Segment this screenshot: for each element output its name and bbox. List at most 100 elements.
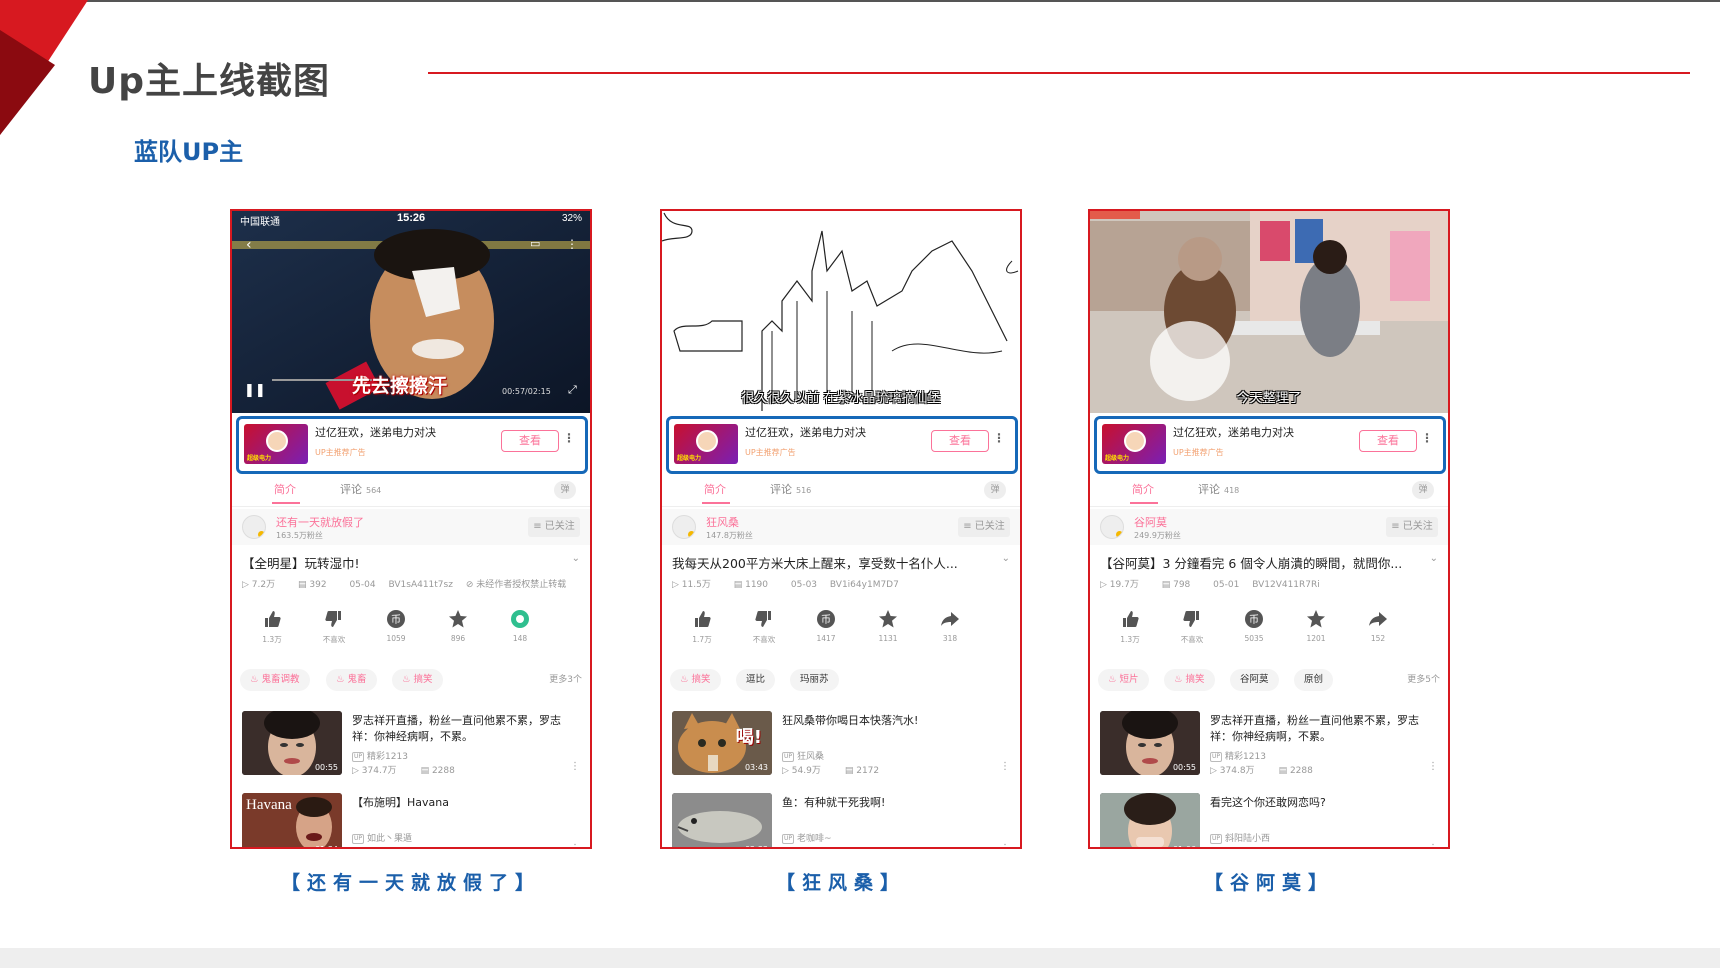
chevron-down-icon[interactable]: ⌄ xyxy=(1002,553,1010,564)
tab-intro[interactable]: 简介 xyxy=(704,481,726,497)
back-arrow-icon[interactable]: ‹ xyxy=(246,237,252,253)
action-share[interactable]: 152 xyxy=(1353,609,1403,643)
action-star[interactable]: 1201 xyxy=(1291,609,1341,643)
rec-more-icon[interactable]: ⋮ xyxy=(570,843,580,847)
uploader-name[interactable]: 还有一天就放假了 xyxy=(276,514,364,530)
rec-plays: ▷ 56.8万 xyxy=(352,848,403,849)
rec-more-icon[interactable]: ⋮ xyxy=(1428,761,1438,772)
action-star[interactable]: 1131 xyxy=(863,609,913,643)
title-rule xyxy=(428,72,1690,74)
video-frame xyxy=(1090,211,1448,413)
action-dislike[interactable]: 不喜欢 xyxy=(309,609,359,645)
tag-chip[interactable]: ♨ 短片 xyxy=(1098,669,1149,691)
action-like[interactable]: 1.3万 xyxy=(1105,609,1155,645)
uploader-name[interactable]: 谷阿莫 xyxy=(1134,514,1167,530)
phone-screenshot-2: 很久很久以前 在紫冰晶琉璃摘仙堡 超级电力 过亿狂欢，迷弟电力对决 UP主推荐广… xyxy=(660,209,1022,849)
like-icon xyxy=(692,609,712,629)
rec-more-icon[interactable]: ⋮ xyxy=(570,761,580,772)
ad-card[interactable]: 超级电力 过亿狂欢，迷弟电力对决 UP主推荐广告 查看 ⋮ xyxy=(1094,416,1446,474)
action-like[interactable]: 1.7万 xyxy=(677,609,727,645)
more-tags-link[interactable]: 更多5个 xyxy=(1407,672,1440,685)
slide-subtitle: 蓝队UP主 xyxy=(134,138,244,166)
followed-button[interactable]: ≡ 已关注 xyxy=(958,517,1010,537)
tv-cast-icon[interactable]: ▭ xyxy=(530,237,540,250)
rec-uploader-name: 精彩1213 xyxy=(367,752,408,762)
video-player[interactable]: 今天整理了 xyxy=(1090,211,1448,413)
tab-comment[interactable]: 评论 564 xyxy=(340,481,381,497)
more-tags-link[interactable]: 更多3个 xyxy=(549,672,582,685)
bvid: BV1sA411t7sz xyxy=(388,580,453,590)
pause-icon[interactable]: ❚❚ xyxy=(244,383,266,398)
danmaku-toggle-icon[interactable]: 弹 xyxy=(1412,481,1434,499)
chevron-down-icon[interactable]: ⌄ xyxy=(1430,553,1438,564)
action-coin[interactable]: 币 1417 xyxy=(801,609,851,643)
followed-button[interactable]: ≡ 已关注 xyxy=(1386,517,1438,537)
danmaku-count: ▤ 1190 xyxy=(733,580,768,590)
tag-chip[interactable]: ♨ 鬼畜 xyxy=(326,669,377,691)
rec-more-icon[interactable]: ⋮ xyxy=(1000,761,1010,772)
video-thumbnail: 喝! 03:43 xyxy=(672,711,772,775)
chevron-down-icon[interactable]: ⌄ xyxy=(572,553,580,564)
list-item[interactable]: 00:55 罗志祥开直播，粉丝一直问他累不累，罗志祥：你神经病啊，不累。 UP 精彩1… xyxy=(242,711,582,779)
bvid: BV12V411R7Ri xyxy=(1252,580,1320,590)
fullscreen-icon[interactable]: ⤢ xyxy=(568,383,577,397)
danmaku-toggle-icon[interactable]: 弹 xyxy=(984,481,1006,499)
action-dislike[interactable]: 不喜欢 xyxy=(1167,609,1217,645)
tag-chip[interactable]: 逗比 xyxy=(736,669,776,691)
tag-chip[interactable]: 玛丽苏 xyxy=(790,669,839,691)
tag-chip[interactable]: ♨ 搞笑 xyxy=(1164,669,1215,691)
avatar[interactable] xyxy=(672,515,696,539)
tab-comment[interactable]: 评论 418 xyxy=(1198,481,1239,497)
list-item[interactable]: 喝! 03:43 狂风桑带你喝日本快落汽水! UP 狂风桑 ▷ 54.9万 ▤ 2172 ⋮ xyxy=(672,711,1012,779)
rec-title: 鱼：有种就干死我啊! xyxy=(782,796,886,809)
tag-chip[interactable]: ♨ 鬼畜调教 xyxy=(240,669,310,691)
uploader-fans: 249.9万粉丝 xyxy=(1134,531,1181,540)
rec-stats: ▷ 56.8万 ▤ 2452 xyxy=(352,845,473,849)
avatar[interactable] xyxy=(242,515,266,539)
ad-view-button[interactable]: 查看 xyxy=(931,430,989,452)
action-like[interactable]: 1.3万 xyxy=(247,609,297,645)
ad-more-icon[interactable]: ⋮ xyxy=(993,431,1005,445)
avatar[interactable] xyxy=(1100,515,1124,539)
action-coin[interactable]: 币 5035 xyxy=(1229,609,1279,643)
rec-more-icon[interactable]: ⋮ xyxy=(1000,843,1010,847)
list-item[interactable]: 01:06 看完这个你还敢网恋吗? UP斜阳陆小西 ▷ 281.1万 ▤ 1万 ⋮ xyxy=(1100,793,1440,847)
svg-text:币: 币 xyxy=(1249,614,1259,626)
video-frame xyxy=(662,211,1020,413)
ad-more-icon[interactable]: ⋮ xyxy=(563,431,575,445)
tag-chip[interactable]: 原创 xyxy=(1294,669,1334,691)
video-player[interactable]: 中国联通 15:26 32% ‹ ▭ ⋮ ❚❚ ⤢ 先去擦擦汗 00:57/02… xyxy=(232,211,590,413)
ad-thumb-label: 超级电力 xyxy=(677,455,702,462)
tag-chip[interactable]: ♨ 搞笑 xyxy=(670,669,721,691)
list-item[interactable]: 00:55 罗志祥开直播，粉丝一直问他累不累，罗志祥：你神经病啊，不累。 UP 精彩1… xyxy=(1100,711,1440,779)
rec-more-icon[interactable]: ⋮ xyxy=(1428,843,1438,847)
tab-intro[interactable]: 简介 xyxy=(274,481,296,497)
action-star[interactable]: 896 xyxy=(433,609,483,643)
rec-uploader: UP 狂风桑 xyxy=(782,749,824,762)
ad-more-icon[interactable]: ⋮ xyxy=(1421,431,1433,445)
action-dislike[interactable]: 不喜欢 xyxy=(739,609,789,645)
ad-view-button[interactable]: 查看 xyxy=(1359,430,1417,452)
tab-comment-label: 评论 xyxy=(770,483,792,496)
ad-card[interactable]: 超级电力 过亿狂欢，迷弟电力对决 UP主推荐广告 查看 ⋮ xyxy=(666,416,1018,474)
action-share[interactable]: 318 xyxy=(925,609,975,643)
tab-comment[interactable]: 评论 516 xyxy=(770,481,811,497)
tab-intro[interactable]: 简介 xyxy=(1132,481,1154,497)
battery-label: 32% xyxy=(561,213,582,224)
tag-chip[interactable]: ♨ 搞笑 xyxy=(392,669,443,691)
followed-button[interactable]: ≡ 已关注 xyxy=(528,517,580,537)
tag-label: 短片 xyxy=(1119,674,1139,685)
ad-view-button[interactable]: 查看 xyxy=(501,430,559,452)
action-coin[interactable]: 币 1059 xyxy=(371,609,421,643)
uploader-name[interactable]: 狂风桑 xyxy=(706,514,739,530)
action-share[interactable]: 148 xyxy=(495,609,545,643)
more-menu-icon[interactable]: ⋮ xyxy=(566,237,578,251)
action-bar: 1.3万 不喜欢 币 1059 896 148 xyxy=(232,609,590,655)
play-count: ▷ 7.2万 xyxy=(242,580,276,590)
list-item[interactable]: Havana 01:34 【布施明】Havana UP如此丶果遁 ▷ 56.8万 ▤ 24… xyxy=(242,793,582,849)
danmaku-toggle-icon[interactable]: 弹 xyxy=(554,481,576,499)
video-player[interactable]: 很久很久以前 在紫冰晶琉璃摘仙堡 xyxy=(662,211,1020,413)
ad-card[interactable]: 超级电力 过亿狂欢，迷弟电力对决 UP主推荐广告 查看 ⋮ xyxy=(236,416,588,474)
list-item[interactable]: 02:33 鱼：有种就干死我啊! UP老咖啡~ ▷ 32.5万 ▤ 222 ⋮ xyxy=(672,793,1012,847)
tag-chip[interactable]: 谷阿莫 xyxy=(1230,669,1279,691)
